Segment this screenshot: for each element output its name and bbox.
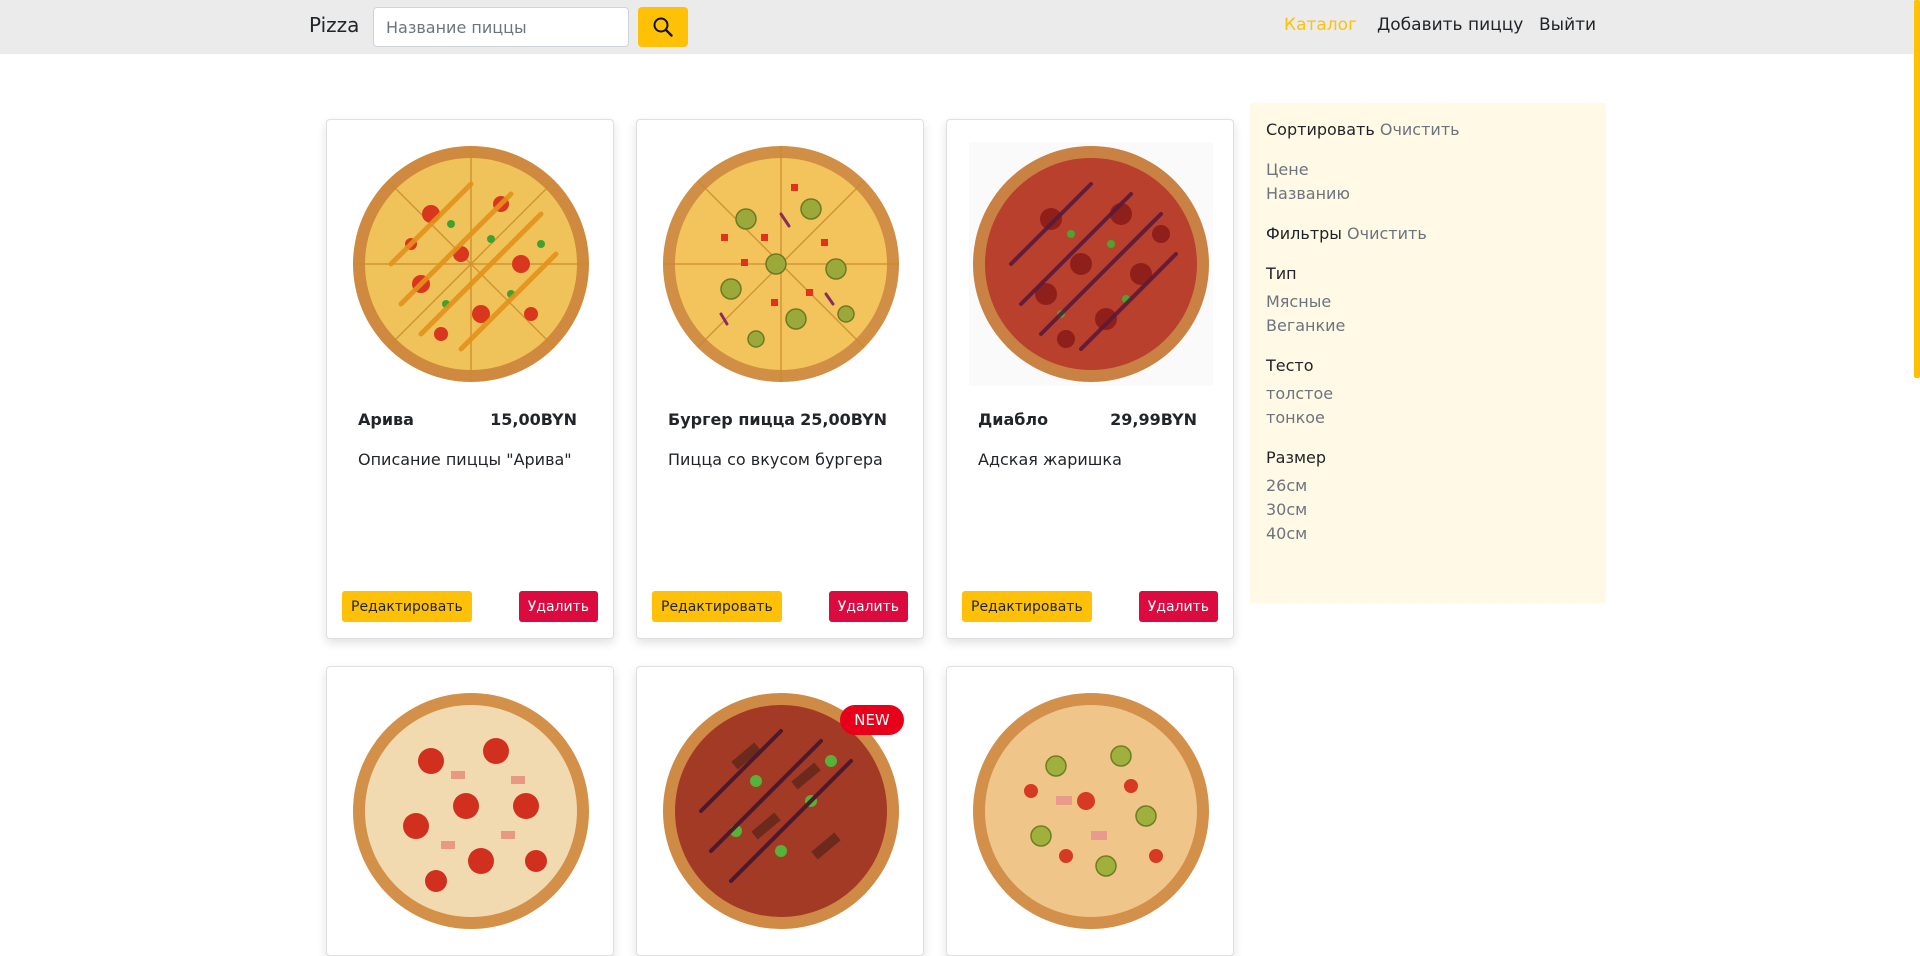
pizza-card: Арива 15,00BYN Описание пиццы "Арива" Ре…	[326, 119, 614, 639]
sort-by-name[interactable]: Названию	[1266, 184, 1350, 203]
pizza-card: NEW	[636, 666, 924, 956]
scrollbar-thumb[interactable]	[1914, 0, 1920, 378]
pizza-name: Бургер пицца	[668, 410, 796, 429]
nav-logout[interactable]: Выйти	[1539, 15, 1596, 35]
sort-title: Сортировать Очистить	[1266, 120, 1460, 139]
navbar: Pizza Каталог Добавить пиццу Выйти	[0, 0, 1920, 54]
search-input[interactable]	[373, 7, 629, 47]
sort-by-price[interactable]: Цене	[1266, 160, 1309, 179]
nav-add-pizza[interactable]: Добавить пиццу	[1377, 15, 1523, 35]
pizza-name: Диабло	[978, 410, 1049, 429]
pizza-price: 15,00BYN	[490, 410, 577, 429]
size-title: Размер	[1266, 448, 1327, 467]
edit-button[interactable]: Редактировать	[652, 591, 782, 622]
nav-catalog[interactable]: Каталог	[1284, 15, 1357, 35]
filter-dough-thin[interactable]: тонкое	[1266, 408, 1325, 427]
edit-button[interactable]: Редактировать	[962, 591, 1092, 622]
delete-button[interactable]: Удалить	[518, 591, 598, 622]
type-title: Тип	[1266, 264, 1297, 283]
pizza-price: 25,00BYN	[800, 410, 887, 429]
pizza-card: Бургер пицца 25,00BYN Пицца со вкусом бу…	[636, 119, 924, 639]
pizza-description: Пицца со вкусом бургера	[668, 450, 883, 469]
dough-title: Тесто	[1266, 356, 1314, 375]
pizza-card: Диабло 29,99BYN Адская жаришка Редактиро…	[946, 119, 1234, 639]
pizza-image	[969, 142, 1213, 386]
filter-dough-thick[interactable]: толстое	[1266, 384, 1333, 403]
filter-size-26[interactable]: 26см	[1266, 476, 1307, 495]
new-badge: NEW	[840, 705, 904, 735]
pizza-name: Арива	[358, 410, 414, 429]
pizza-image	[969, 689, 1213, 933]
search-button[interactable]	[638, 7, 688, 47]
search-icon	[653, 17, 673, 37]
brand-logo[interactable]: Pizza	[309, 13, 359, 37]
filters-title: Фильтры Очистить	[1266, 224, 1427, 243]
pizza-card	[946, 666, 1234, 956]
filter-size-30[interactable]: 30см	[1266, 500, 1307, 519]
delete-button[interactable]: Удалить	[828, 591, 908, 622]
pizza-price: 29,99BYN	[1110, 410, 1197, 429]
filter-type-meat[interactable]: Мясные	[1266, 292, 1331, 311]
pizza-image	[659, 142, 903, 386]
filter-type-vegan[interactable]: Веганкие	[1266, 316, 1345, 335]
filter-size-40[interactable]: 40см	[1266, 524, 1307, 543]
pizza-description: Описание пиццы "Арива"	[358, 450, 572, 469]
pizza-image	[349, 689, 593, 933]
edit-button[interactable]: Редактировать	[342, 591, 472, 622]
filters-label: Фильтры	[1266, 224, 1342, 243]
filters-clear-link[interactable]: Очистить	[1347, 224, 1427, 243]
sort-label: Сортировать	[1266, 120, 1375, 139]
sort-clear-link[interactable]: Очистить	[1380, 120, 1460, 139]
pizza-image	[349, 142, 593, 386]
delete-button[interactable]: Удалить	[1138, 591, 1218, 622]
pizza-card	[326, 666, 614, 956]
pizza-description: Адская жаришка	[978, 450, 1122, 469]
filter-sidebar: Сортировать Очистить Цене Названию Фильт…	[1250, 103, 1606, 603]
